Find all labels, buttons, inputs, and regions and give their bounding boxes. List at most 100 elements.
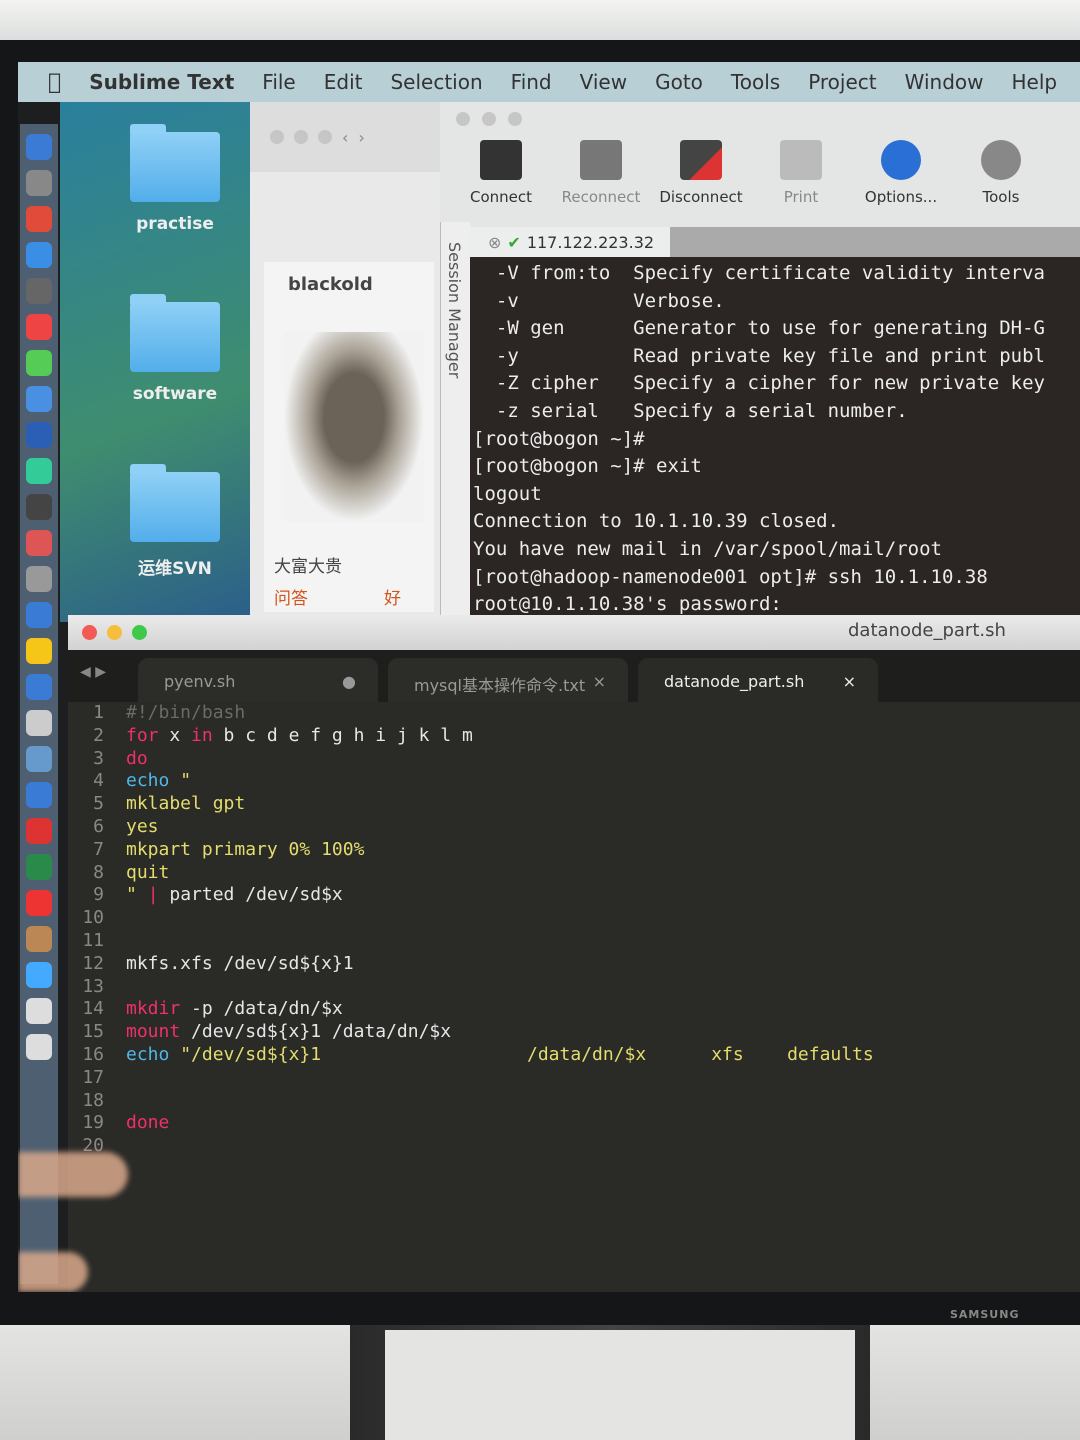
menu-selection[interactable]: Selection [390, 70, 482, 94]
line-number: 17 [82, 1066, 104, 1088]
dock-app-icon[interactable] [26, 638, 52, 664]
menu-project[interactable]: Project [808, 70, 876, 94]
tab-mysql[interactable]: mysql基本操作命令.txt × [388, 658, 628, 702]
forward-icon[interactable]: › [358, 128, 364, 147]
code-token: /dev/sd${x}1 /data/dn/$x [180, 1021, 452, 1043]
unsaved-dot-icon[interactable]: ● [342, 672, 356, 691]
code-line: 5 mklabel gpt [68, 793, 1080, 816]
apple-icon[interactable]:  [48, 70, 61, 95]
code-line: 7 mkpart primary 0% 100% [68, 839, 1080, 862]
line-number: 1 [93, 702, 104, 723]
close-button[interactable] [82, 625, 97, 640]
connect-button[interactable]: Connect [460, 140, 542, 206]
code-line: 13 [68, 976, 1080, 999]
terminal-line: -y Read private key file and print publ [473, 344, 1045, 367]
dock-app-icon[interactable] [26, 134, 52, 160]
dock-app-icon[interactable] [26, 818, 52, 844]
terminal-line: -z serial Specify a serial number. [473, 399, 908, 422]
profile-name[interactable]: blackold [288, 274, 373, 295]
menu-find[interactable]: Find [511, 70, 552, 94]
printer-icon [780, 140, 822, 180]
dock-app-icon[interactable] [26, 422, 52, 448]
minimize-button[interactable] [107, 625, 122, 640]
app-menu[interactable]: Sublime Text [89, 70, 234, 94]
terminal-line: You have new mail in /var/spool/mail/roo… [473, 537, 942, 560]
close-tab-icon[interactable]: × [843, 672, 856, 691]
session-manager-label: Session Manager [445, 242, 464, 379]
code-token: in [191, 724, 213, 746]
folder-svn[interactable]: 运维SVN [120, 464, 230, 579]
tab-nav-arrows[interactable]: ◀ ▶ [80, 664, 106, 680]
sublime-titlebar: datanode_part.sh [68, 615, 1080, 650]
session-tab[interactable]: ⊗ ✔ 117.122.223.32 [470, 227, 670, 257]
menu-bar:  Sublime Text File Edit Selection Find … [18, 62, 1080, 102]
dock-app-icon[interactable] [26, 242, 52, 268]
dock-app-icon[interactable] [26, 890, 52, 916]
dock-app-icon[interactable] [26, 710, 52, 736]
code-line: 14 mkdir -p /data/dn/$x [68, 998, 1080, 1021]
browser-toolbar: ‹ › [250, 102, 440, 172]
dock-app-icon[interactable] [26, 314, 52, 340]
dock-app-icon[interactable] [26, 998, 52, 1024]
code-editor[interactable]: 1 #!/bin/bash 2 for x in b c d e f g h i j … [68, 702, 1080, 1158]
session-manager-panel[interactable]: Session Manager [440, 222, 470, 622]
code-token: yes [126, 815, 159, 837]
line-number: 16 [82, 1043, 104, 1065]
print-button[interactable]: Print [760, 140, 842, 206]
dock-app-icon[interactable] [26, 350, 52, 376]
dock-app-icon[interactable] [26, 854, 52, 880]
code-token: #!/bin/bash [126, 702, 246, 723]
code-line: 16 echo "/dev/sd${x}1 /data/dn/$x xfs def… [68, 1044, 1080, 1067]
tab-datanode[interactable]: datanode_part.sh × [638, 658, 878, 702]
folder-software[interactable]: software [120, 294, 230, 404]
dock-app-icon[interactable] [26, 530, 52, 556]
dock-app-icon[interactable] [26, 674, 52, 700]
menu-goto[interactable]: Goto [655, 70, 703, 94]
dock-app-icon[interactable] [26, 962, 52, 988]
qa-link[interactable]: 问答 [274, 584, 308, 609]
terminal-line: -v Verbose. [473, 289, 725, 312]
code-token: "/dev/sd${x}1 /data/dn/$x xfs defaults [169, 1043, 874, 1065]
menu-file[interactable]: File [262, 70, 295, 94]
good-link[interactable]: 好 [384, 584, 401, 609]
tools-button[interactable]: Tools [960, 140, 1042, 206]
dock-app-icon[interactable] [26, 494, 52, 520]
code-line: 3 do [68, 748, 1080, 771]
folder-icon [130, 294, 220, 372]
dock-app-icon[interactable] [26, 386, 52, 412]
back-icon[interactable]: ‹ [342, 128, 348, 147]
menu-help[interactable]: Help [1011, 70, 1057, 94]
disconnect-button[interactable]: Disconnect [659, 140, 743, 206]
dock-app-icon[interactable] [26, 602, 52, 628]
dock-app-icon[interactable] [26, 170, 52, 196]
reconnect-button[interactable]: Reconnect [560, 140, 642, 206]
code-line: 17 [68, 1067, 1080, 1090]
code-line: 2 for x in b c d e f g h i j k l m [68, 725, 1080, 748]
dock-app-icon[interactable] [26, 746, 52, 772]
code-line: 8 quit [68, 862, 1080, 885]
close-tab-icon[interactable]: × [593, 672, 606, 691]
close-icon[interactable]: ⊗ [488, 233, 501, 252]
dock-app-icon[interactable] [26, 1034, 52, 1060]
pointing-hand [18, 1152, 128, 1197]
gear-icon [981, 140, 1021, 180]
menu-window[interactable]: Window [905, 70, 984, 94]
dock-app-icon[interactable] [26, 926, 52, 952]
terminal-output[interactable]: -V from:to Specify certificate validity … [470, 257, 1080, 622]
menu-view[interactable]: View [580, 70, 627, 94]
terminal-line: -W gen Generator to use for generating D… [473, 317, 1045, 340]
dock-app-icon[interactable] [26, 278, 52, 304]
options-button[interactable]: Options... [860, 140, 942, 206]
code-line: 15 mount /dev/sd${x}1 /data/dn/$x [68, 1021, 1080, 1044]
menu-edit[interactable]: Edit [324, 70, 363, 94]
menu-tools[interactable]: Tools [731, 70, 780, 94]
dock-app-icon[interactable] [26, 782, 52, 808]
dock-app-icon[interactable] [26, 206, 52, 232]
zoom-button[interactable] [132, 625, 147, 640]
dock-app-icon[interactable] [26, 458, 52, 484]
folder-practise[interactable]: practise [120, 124, 230, 234]
terminal-line: -Z cipher Specify a cipher for new priva… [473, 372, 1045, 395]
folder-icon [130, 124, 220, 202]
dock-app-icon[interactable] [26, 566, 52, 592]
tab-pyenv[interactable]: pyenv.sh ● [138, 658, 378, 702]
